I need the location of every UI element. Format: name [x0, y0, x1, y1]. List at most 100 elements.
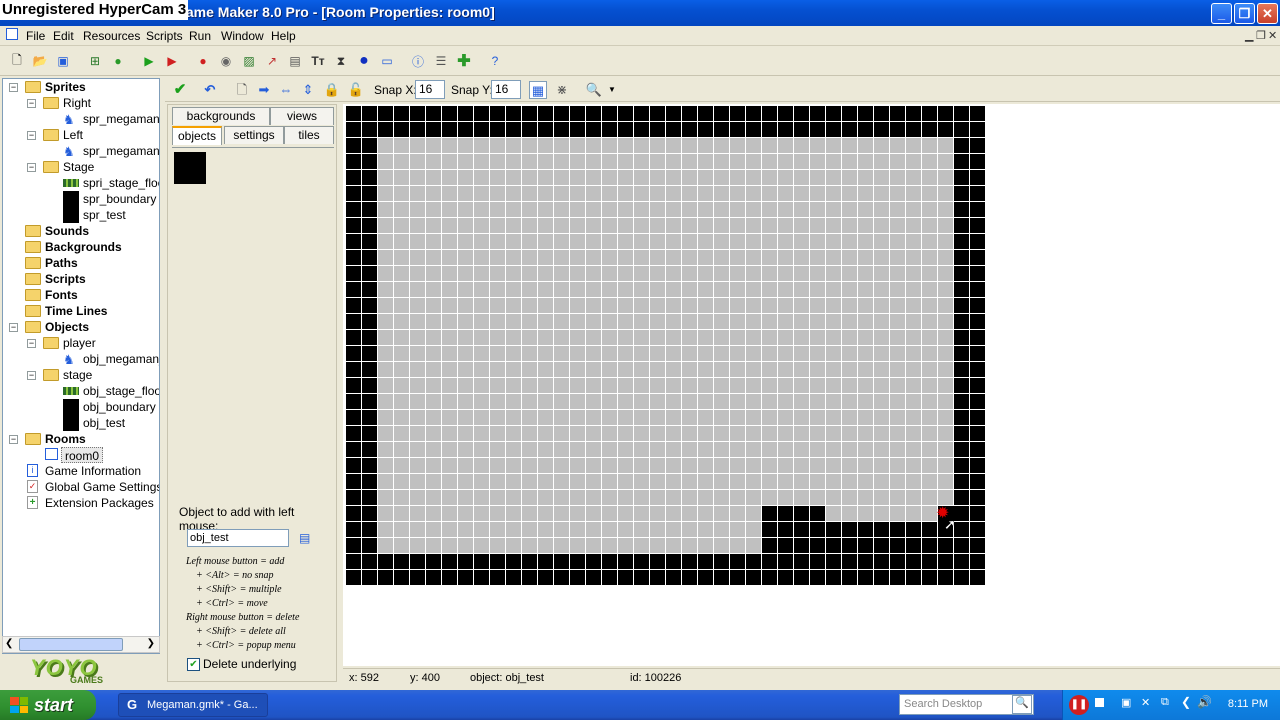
create-executable-icon[interactable]: ⊞ — [86, 52, 104, 70]
grid-toggle-icon[interactable]: ▦ — [529, 81, 547, 99]
sort-y-icon[interactable]: ⇕ — [299, 81, 317, 99]
tree-paths[interactable]: Paths — [45, 255, 78, 271]
new-icon[interactable]: 🗋 — [8, 52, 26, 70]
add-object-icon[interactable]: ● — [355, 52, 373, 70]
tree-rooms[interactable]: Rooms — [45, 431, 86, 447]
resource-tree[interactable]: − Sprites − Right ♞ spr_megaman_s − Left… — [2, 78, 160, 654]
room-grid[interactable]: ✹ ➚ — [346, 106, 985, 585]
network-icon[interactable]: ✕ — [1141, 696, 1150, 709]
tree-item[interactable]: obj_boundary — [83, 399, 156, 415]
collapse-toggle[interactable]: − — [9, 435, 18, 444]
extensions-icon[interactable]: ✚ — [455, 52, 473, 70]
taskbar-window-button[interactable]: G Megaman.gmk* - Ga... — [118, 693, 268, 717]
help-icon[interactable]: ? — [486, 52, 504, 70]
menu-edit[interactable]: Edit — [53, 29, 74, 43]
tab-settings[interactable]: settings — [224, 126, 284, 144]
collapse-toggle[interactable]: − — [27, 99, 36, 108]
tree-group-left[interactable]: Left — [63, 127, 83, 143]
tree-room0[interactable]: room0 — [61, 447, 104, 463]
debug-icon[interactable]: ▶ — [163, 52, 181, 70]
snap-x-input[interactable]: 16 — [415, 80, 445, 99]
ok-check-icon[interactable]: ✔ — [171, 81, 189, 99]
add-background-icon[interactable]: ▨ — [240, 52, 258, 70]
snap-y-input[interactable]: 16 — [491, 80, 521, 99]
tree-group-stage[interactable]: Stage — [63, 159, 94, 175]
mdi-restore-button[interactable]: ❐ — [1256, 29, 1266, 42]
tree-sounds[interactable]: Sounds — [45, 223, 89, 239]
object-select[interactable]: obj_test — [187, 529, 289, 547]
isometric-grid-icon[interactable]: ⋇ — [553, 81, 571, 99]
tab-views[interactable]: views — [270, 107, 334, 125]
tree-item[interactable]: spr_megaman_s — [83, 111, 159, 127]
add-sprite-icon[interactable]: ● — [194, 52, 212, 70]
expand-tray-icon[interactable]: ❮ — [1181, 695, 1191, 709]
delete-underlying-checkbox[interactable]: ✔ — [187, 658, 200, 671]
mdi-minimize-button[interactable]: ▁ — [1245, 29, 1253, 42]
maximize-button[interactable]: ❐ — [1234, 3, 1255, 24]
tree-fonts[interactable]: Fonts — [45, 287, 78, 303]
tree-group-player[interactable]: player — [63, 335, 96, 351]
collapse-toggle[interactable]: − — [9, 83, 18, 92]
tree-item[interactable]: spr_test — [83, 207, 126, 223]
tree-backgrounds[interactable]: Backgrounds — [45, 239, 122, 255]
tree-item[interactable]: spri_stage_floor — [83, 175, 159, 191]
stop-record-icon[interactable] — [1095, 698, 1104, 707]
clear-room-icon[interactable]: 🗋 — [233, 81, 251, 99]
object-menu-icon[interactable]: ▤ — [299, 531, 310, 545]
sort-x-icon[interactable]: ⇔ — [277, 81, 295, 99]
close-button[interactable]: ✕ — [1257, 3, 1278, 24]
tree-group-right[interactable]: Right — [63, 95, 91, 111]
add-font-icon[interactable]: Tт — [309, 52, 327, 70]
window-titlebar[interactable]: Game Maker 8.0 Pro - [Room Properties: r… — [0, 0, 1280, 26]
tree-extension-packages[interactable]: Extension Packages — [45, 495, 154, 511]
mdi-close-button[interactable]: ✕ — [1268, 29, 1277, 42]
collapse-toggle[interactable]: − — [9, 323, 18, 332]
tree-objects[interactable]: Objects — [45, 319, 89, 335]
publish-icon[interactable]: ● — [109, 52, 127, 70]
scroll-left-icon[interactable]: ❮ — [5, 638, 13, 649]
undo-icon[interactable]: ↶ — [201, 81, 219, 99]
menu-file[interactable]: File — [26, 29, 45, 43]
tree-item[interactable]: obj_stage_floor — [83, 383, 159, 399]
menu-window[interactable]: Window — [221, 29, 264, 43]
menu-scripts[interactable]: Scripts — [146, 29, 183, 43]
room-editor-canvas[interactable]: ✹ ➚ — [343, 104, 1280, 666]
tab-backgrounds[interactable]: backgrounds — [172, 107, 270, 125]
add-room-icon[interactable]: ▭ — [378, 52, 396, 70]
collapse-toggle[interactable]: − — [27, 131, 36, 140]
game-info-icon[interactable]: ⓘ — [409, 52, 427, 70]
collapse-toggle[interactable]: − — [27, 371, 36, 380]
add-script-icon[interactable]: ▤ — [286, 52, 304, 70]
unlock-icon[interactable]: 🔓 — [347, 81, 365, 99]
save-icon[interactable]: ▣ — [54, 52, 72, 70]
collapse-toggle[interactable]: − — [27, 163, 36, 172]
object-thumbnail[interactable] — [174, 152, 206, 184]
tree-group-stage-objects[interactable]: stage — [63, 367, 92, 383]
tree-item[interactable]: spr_megaman_s — [83, 143, 159, 159]
tree-horizontal-scrollbar[interactable]: ❮ ❯ — [2, 636, 160, 653]
menu-help[interactable]: Help — [271, 29, 296, 43]
run-icon[interactable]: ▶ — [140, 52, 158, 70]
zoom-icon[interactable]: 🔍 — [585, 81, 603, 99]
tree-sprites[interactable]: Sprites — [45, 79, 86, 95]
tree-timelines[interactable]: Time Lines — [45, 303, 107, 319]
collapse-toggle[interactable]: − — [27, 339, 36, 348]
pause-record-icon[interactable]: ❚❚ — [1069, 695, 1089, 715]
device-icon[interactable]: ⧉ — [1161, 696, 1169, 709]
tree-game-information[interactable]: Game Information — [45, 463, 141, 479]
add-path-icon[interactable]: ↗ — [263, 52, 281, 70]
tab-tiles[interactable]: tiles — [284, 126, 334, 144]
camera-icon[interactable]: ▣ — [1121, 696, 1131, 709]
tab-objects[interactable]: objects — [172, 126, 222, 145]
chevron-down-icon[interactable]: ▼ — [603, 81, 621, 99]
tree-item[interactable]: spr_boundary — [83, 191, 156, 207]
global-settings-icon[interactable]: ☰ — [432, 52, 450, 70]
shift-icon[interactable]: ➡ — [255, 81, 273, 99]
scroll-right-icon[interactable]: ❯ — [147, 638, 155, 649]
tree-scripts[interactable]: Scripts — [45, 271, 86, 287]
add-sound-icon[interactable]: ◉ — [217, 52, 235, 70]
open-icon[interactable]: 📂 — [31, 52, 49, 70]
start-button[interactable]: start — [0, 690, 96, 720]
menu-resources[interactable]: Resources — [83, 29, 140, 43]
tree-item[interactable]: obj_megaman_r — [83, 351, 159, 367]
